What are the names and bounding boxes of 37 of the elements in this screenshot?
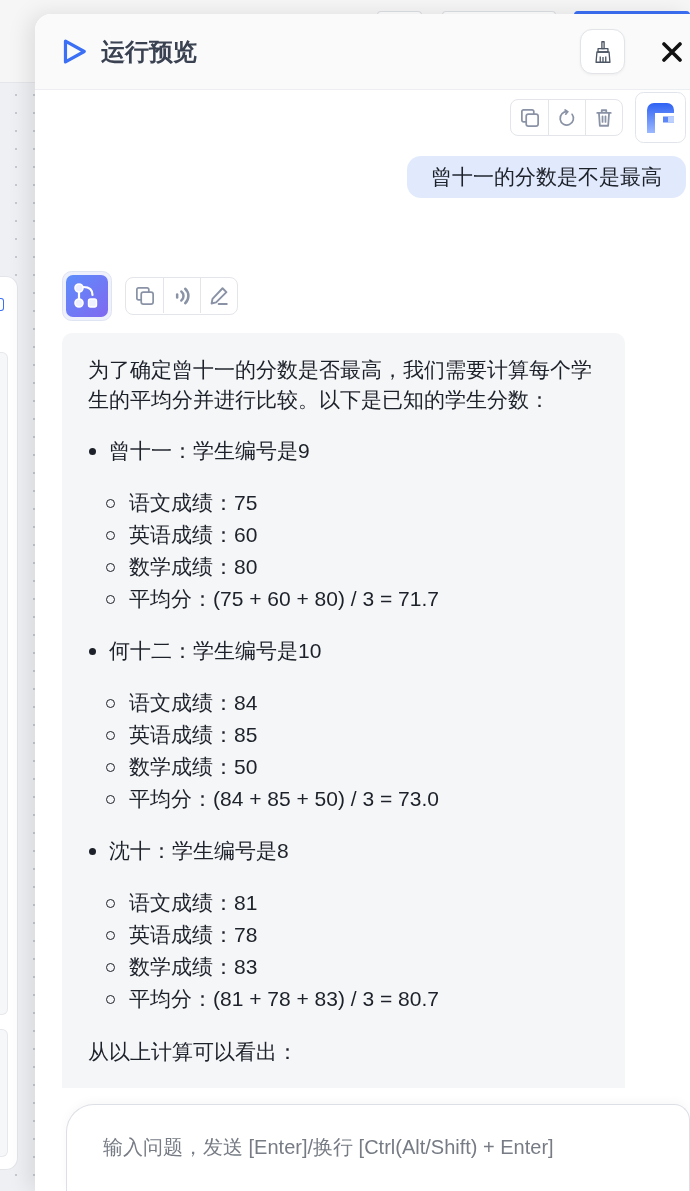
sub-item-text: 平均分：(84 + 85 + 50) / 3 = 73.0	[129, 786, 439, 812]
close-icon	[662, 41, 682, 62]
drawer-title: 运行预览	[101, 36, 198, 67]
copy-icon	[135, 286, 154, 305]
sub-item-text: 英语成绩：78	[129, 922, 258, 948]
sub-item-text: 语文成绩：75	[129, 490, 258, 516]
list-item-text: 沈十：学生编号是8	[109, 838, 289, 864]
sub-item-text: 语文成绩：81	[129, 890, 258, 916]
sub-item-text: 平均分：(81 + 78 + 83) / 3 = 80.7	[129, 986, 439, 1012]
question-input[interactable]: 输入问题，发送 [Enter]/换行 [Ctrl(Alt/Shift) + Enter]	[66, 1104, 690, 1191]
bullet-icon	[89, 647, 96, 655]
sub-item-text: 英语成绩：60	[129, 522, 258, 548]
play-icon	[63, 39, 86, 64]
cut-off-icon	[0, 298, 4, 311]
logo-icon	[635, 92, 686, 143]
list-item-text: 何十二：学生编号是10	[109, 638, 322, 664]
user-message: 曾十一的分数是不是最高	[407, 156, 686, 198]
answer-paragraph: 从以上计算可以看出：	[88, 1039, 299, 1065]
bullet-icon	[89, 847, 96, 855]
sub-item-text: 数学成绩：83	[129, 954, 258, 980]
sub-item-text: 平均分：(75 + 60 + 80) / 3 = 71.7	[129, 586, 439, 612]
refresh-icon	[558, 108, 576, 127]
sub-item-text: 英语成绩：85	[129, 722, 258, 748]
sub-item-text: 语文成绩：84	[129, 690, 258, 716]
broom-icon	[594, 40, 611, 63]
copy-icon	[520, 108, 539, 127]
sub-item-text: 数学成绩：50	[129, 754, 258, 780]
sound-wave-icon	[173, 286, 191, 305]
list-item-text: 曾十一：学生编号是9	[109, 438, 310, 464]
close-button[interactable]	[662, 41, 682, 62]
trash-icon	[595, 108, 613, 127]
clear-button[interactable]	[580, 29, 625, 74]
sub-item-text: 数学成绩：80	[129, 554, 258, 580]
workflow-icon	[62, 271, 112, 321]
answer-paragraph: 为了确定曾十一的分数是否最高，我们需要计算每个学生的平均分并进行比较。以下是已知的学生分数：	[88, 357, 593, 413]
bullet-icon	[89, 447, 96, 455]
pencil-icon	[210, 286, 228, 305]
